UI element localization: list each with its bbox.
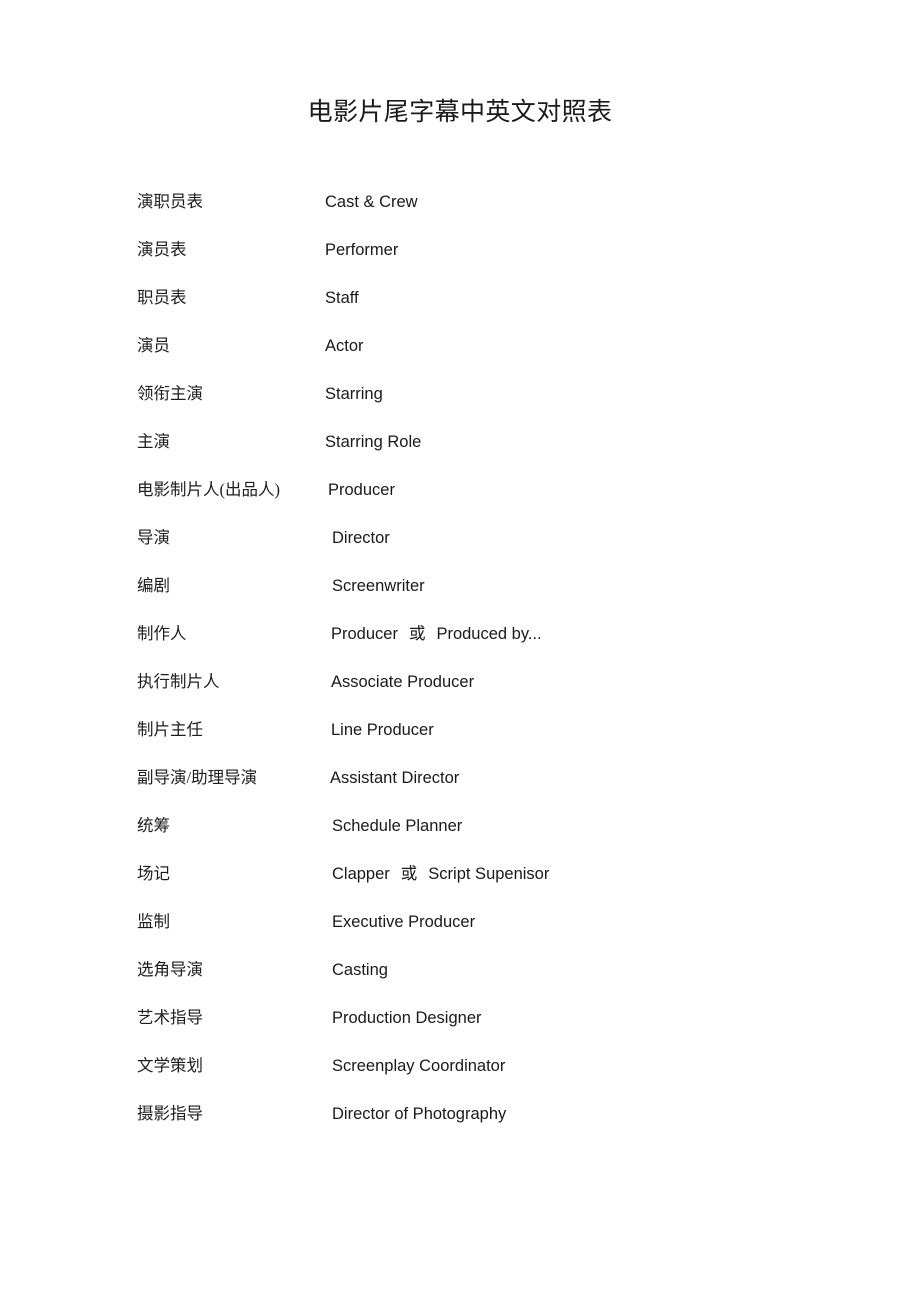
table-row: 场记 Clapper 或 Script Supenisor bbox=[0, 858, 920, 906]
table-row: 选角导演 Casting bbox=[0, 954, 920, 1002]
term-english: Screenplay Coordinator bbox=[332, 1057, 506, 1075]
table-row: 制作人 Producer 或 Produced by... bbox=[0, 618, 920, 666]
term-english-primary: Clapper bbox=[332, 865, 390, 883]
table-row: 摄影指导 Director of Photography bbox=[0, 1098, 920, 1146]
term-alternative-separator: 或 bbox=[400, 864, 418, 883]
term-english: Performer bbox=[325, 241, 399, 259]
term-english-primary: Producer bbox=[331, 625, 398, 643]
term-chinese: 领衔主演 bbox=[137, 384, 203, 403]
term-chinese: 主演 bbox=[137, 432, 170, 451]
term-english: Production Designer bbox=[332, 1009, 482, 1027]
term-chinese: 职员表 bbox=[137, 288, 187, 307]
table-row: 监制 Executive Producer bbox=[0, 906, 920, 954]
table-row: 文学策划 Screenplay Coordinator bbox=[0, 1050, 920, 1098]
term-english: Starring Role bbox=[325, 433, 422, 451]
term-chinese: 艺术指导 bbox=[137, 1008, 203, 1027]
term-english: Associate Producer bbox=[331, 673, 475, 691]
term-english: Producer 或 Produced by... bbox=[331, 622, 542, 646]
table-row: 统筹 Schedule Planner bbox=[0, 810, 920, 858]
term-chinese: 摄影指导 bbox=[137, 1104, 203, 1123]
term-english: Executive Producer bbox=[332, 913, 476, 931]
term-chinese: 副导演/助理导演 bbox=[137, 768, 258, 787]
table-row: 编剧 Screenwriter bbox=[0, 570, 920, 618]
term-english: Clapper 或 Script Supenisor bbox=[332, 862, 549, 886]
term-chinese: 电影制片人(出品人) bbox=[137, 480, 280, 499]
term-chinese: 制作人 bbox=[137, 624, 187, 643]
term-english: Director of Photography bbox=[332, 1105, 507, 1123]
term-english: Casting bbox=[332, 961, 388, 979]
table-row: 制片主任 Line Producer bbox=[0, 714, 920, 762]
term-chinese: 演职员表 bbox=[137, 192, 203, 211]
term-chinese: 选角导演 bbox=[137, 960, 203, 979]
table-row: 演职员表 Cast & Crew bbox=[0, 186, 920, 234]
term-chinese: 文学策划 bbox=[137, 1056, 203, 1075]
term-english: Director bbox=[332, 529, 390, 547]
term-chinese: 演员 bbox=[137, 336, 170, 355]
term-alternative-separator: 或 bbox=[408, 624, 426, 643]
term-english-alternative: Script Supenisor bbox=[428, 865, 550, 883]
table-row: 导演 Director bbox=[0, 522, 920, 570]
term-chinese: 统筹 bbox=[137, 816, 170, 835]
term-chinese: 执行制片人 bbox=[137, 672, 220, 691]
term-english: Staff bbox=[325, 289, 359, 307]
term-chinese: 编剧 bbox=[137, 576, 170, 595]
term-english: Schedule Planner bbox=[332, 817, 463, 835]
term-chinese: 场记 bbox=[137, 864, 170, 883]
table-row: 副导演/助理导演 Assistant Director bbox=[0, 762, 920, 810]
term-english: Line Producer bbox=[331, 721, 434, 739]
table-row: 主演 Starring Role bbox=[0, 426, 920, 474]
term-english: Screenwriter bbox=[332, 577, 425, 595]
table-row: 演员表 Performer bbox=[0, 234, 920, 282]
table-row: 电影制片人(出品人) Producer bbox=[0, 474, 920, 522]
page-title: 电影片尾字幕中英文对照表 bbox=[307, 99, 613, 126]
term-english: Assistant Director bbox=[330, 769, 460, 787]
table-row: 职员表 Staff bbox=[0, 282, 920, 330]
table-row: 演员 Actor bbox=[0, 330, 920, 378]
term-chinese: 监制 bbox=[137, 912, 170, 931]
term-chinese: 导演 bbox=[137, 528, 170, 547]
term-english: Cast & Crew bbox=[325, 193, 418, 211]
table-row: 艺术指导 Production Designer bbox=[0, 1002, 920, 1050]
term-english-alternative: Produced by... bbox=[436, 625, 542, 643]
document-page: 电影片尾字幕中英文对照表 演职员表 Cast & Crew 演员表 Performer… bbox=[0, 0, 920, 1302]
term-english: Actor bbox=[325, 337, 364, 355]
term-english: Producer bbox=[328, 481, 395, 499]
table-row: 领衔主演 Starring bbox=[0, 378, 920, 426]
table-row: 执行制片人 Associate Producer bbox=[0, 666, 920, 714]
term-chinese: 制片主任 bbox=[137, 720, 203, 739]
term-chinese: 演员表 bbox=[137, 240, 187, 259]
glossary-table: 演职员表 Cast & Crew 演员表 Performer 职员表 Staff 演员 Act… bbox=[0, 186, 920, 1146]
term-english: Starring bbox=[325, 385, 383, 403]
